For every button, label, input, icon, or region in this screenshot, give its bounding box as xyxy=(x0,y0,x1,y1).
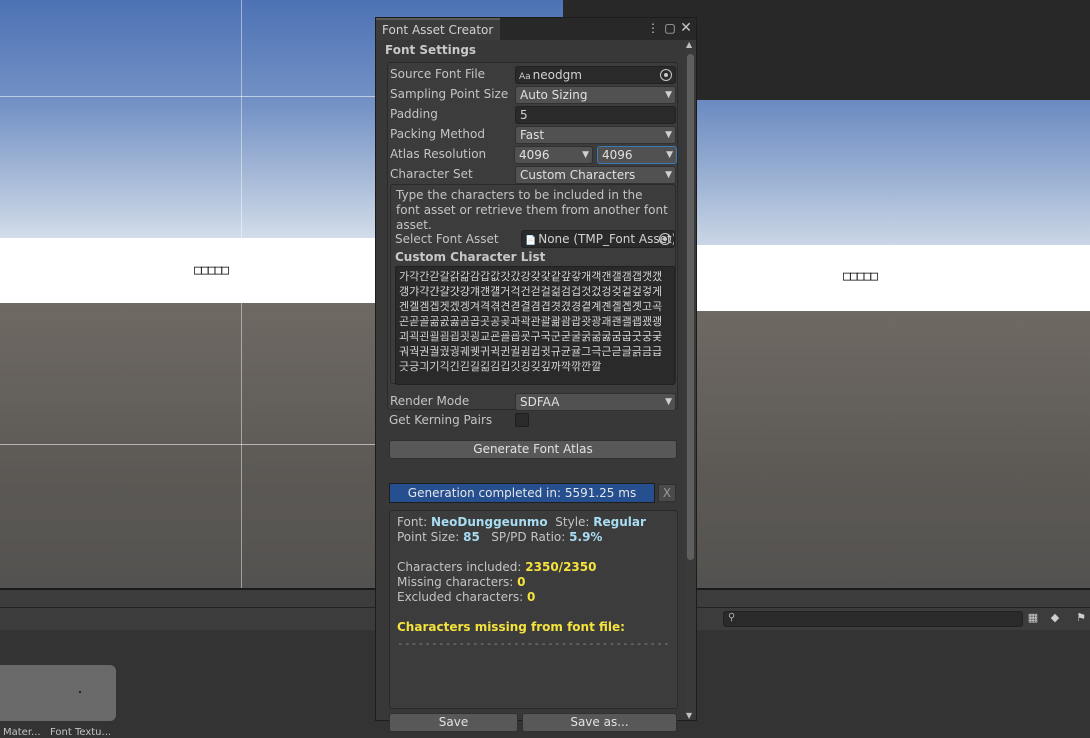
included-value: 2350/2350 xyxy=(525,560,597,574)
font-file-icon: Aa xyxy=(519,72,531,82)
atlas-width-value: 4096 xyxy=(519,148,550,162)
custom-characters-panel: Type the characters to be included in th… xyxy=(390,184,676,385)
render-mode-label: Render Mode xyxy=(390,394,470,408)
window-tab-bar: Font Asset Creator ⋮ ▢ ✕ xyxy=(376,18,696,40)
skybox xyxy=(697,100,1090,245)
atlas-height-value: 4096 xyxy=(602,148,633,162)
asset-preview-dot xyxy=(79,691,81,693)
ground-plane xyxy=(697,311,1090,588)
font-label: Font: xyxy=(397,515,428,529)
style-label: Style: xyxy=(555,515,590,529)
close-icon[interactable]: ✕ xyxy=(678,20,694,36)
tag-icon[interactable]: ⚑ xyxy=(1072,610,1090,626)
sampling-label: Sampling Point Size xyxy=(390,87,509,101)
charset-help-text: Type the characters to be included in th… xyxy=(396,188,668,232)
window-content: Font Settings Source Font File Aa neodgm … xyxy=(376,40,685,732)
chevron-down-icon: ▼ xyxy=(665,397,672,407)
select-font-asset-field[interactable]: 📄 None (TMP_Font Asset) xyxy=(521,230,675,248)
chevron-down-icon: ▼ xyxy=(582,150,589,160)
chevron-down-icon: ▼ xyxy=(665,130,672,140)
generation-progress-bar: Generation completed in: 5591.25 ms xyxy=(389,483,655,503)
missing-from-font-title: Characters missing from font file: xyxy=(397,620,625,634)
charset-value: Custom Characters xyxy=(520,168,636,182)
missing-characters-line: Missing characters: 0 xyxy=(397,575,526,589)
progress-text: Generation completed in: 5591.25 ms xyxy=(407,486,637,500)
missing-label: Missing characters: xyxy=(397,575,514,589)
sampling-value: Auto Sizing xyxy=(520,88,588,102)
chevron-down-icon: ▼ xyxy=(665,90,672,100)
source-font-value: neodgm xyxy=(532,68,582,82)
search-by-type-icon[interactable]: ▦ xyxy=(1024,610,1042,626)
scroll-up-icon[interactable]: ▲ xyxy=(686,40,692,49)
scroll-down-icon[interactable]: ▼ xyxy=(686,711,692,720)
maximize-icon[interactable]: ▢ xyxy=(662,20,678,36)
asset-thumbnail-material[interactable] xyxy=(0,665,116,721)
packing-label: Packing Method xyxy=(390,127,485,141)
text-plane xyxy=(697,245,1090,311)
sampling-dropdown[interactable]: Auto Sizing ▼ xyxy=(515,86,676,104)
missing-glyph-text: □□□□□ xyxy=(194,263,229,278)
point-size-value: 85 xyxy=(463,530,480,544)
excluded-value: 0 xyxy=(527,590,536,604)
object-picker-icon[interactable] xyxy=(660,69,672,81)
select-font-asset-label: Select Font Asset xyxy=(395,232,499,246)
excluded-characters-line: Excluded characters: 0 xyxy=(397,590,535,604)
section-title: Font Settings xyxy=(385,43,477,57)
render-mode-value: SDFAA xyxy=(520,395,560,409)
save-as-button[interactable]: Save as... xyxy=(522,713,677,732)
chevron-down-icon: ▼ xyxy=(665,170,672,180)
atlas-height-dropdown[interactable]: 4096 ▼ xyxy=(597,146,677,164)
excluded-label: Excluded characters: xyxy=(397,590,524,604)
packing-value: Fast xyxy=(520,128,545,142)
font-name-value: NeoDunggeunmo xyxy=(431,515,548,529)
charset-dropdown[interactable]: Custom Characters ▼ xyxy=(515,166,676,184)
results-divider: ---------------------------------------- xyxy=(397,637,670,650)
tab-font-asset-creator[interactable]: Font Asset Creator xyxy=(376,18,500,40)
asset-label[interactable]: Mater... xyxy=(3,727,41,738)
charset-label: Character Set xyxy=(390,167,473,181)
point-size-line: Point Size: 85 SP/PD Ratio: 5.9% xyxy=(397,530,602,544)
grid-line xyxy=(241,0,242,588)
padding-input[interactable]: 5 xyxy=(515,106,676,124)
select-font-asset-value: None (TMP_Font Asset) xyxy=(538,232,675,246)
packing-dropdown[interactable]: Fast ▼ xyxy=(515,126,676,144)
generate-font-atlas-button[interactable]: Generate Font Atlas xyxy=(389,440,677,459)
object-picker-icon[interactable] xyxy=(659,233,671,245)
chevron-down-icon: ▼ xyxy=(666,150,673,160)
missing-glyph-text: □□□□□ xyxy=(843,269,878,284)
kerning-checkbox[interactable] xyxy=(515,413,529,427)
source-font-field[interactable]: Aa neodgm xyxy=(515,66,676,84)
asset-label[interactable]: Font Textu... xyxy=(50,727,111,738)
source-font-label: Source Font File xyxy=(390,67,486,81)
game-view-right[interactable]: □□□□□ xyxy=(697,100,1090,588)
custom-character-textarea[interactable]: 가각간갇갈갉갊감갑값갓갔강갖갗같갚갛개객갠갤갬갭갯갰갱갸갹갼걀걋걍걔걘걜거걱건걷… xyxy=(395,266,675,385)
style-value: Regular xyxy=(593,515,646,529)
vertical-scrollbar[interactable]: ▲ ▼ xyxy=(685,40,696,720)
kebab-menu-icon[interactable]: ⋮ xyxy=(645,20,661,36)
file-icon: 📄 xyxy=(525,236,537,246)
custom-list-title: Custom Character List xyxy=(395,250,546,264)
clear-progress-button[interactable]: X xyxy=(658,484,676,502)
save-button[interactable]: Save xyxy=(389,713,518,732)
font-info-line: Font: NeoDunggeunmo Style: Regular xyxy=(397,515,646,529)
atlas-resolution-label: Atlas Resolution xyxy=(390,147,487,161)
font-asset-creator-window: Font Asset Creator ⋮ ▢ ✕ Font Settings S… xyxy=(375,17,697,732)
point-size-label: Point Size: xyxy=(397,530,460,544)
filter-by-label-icon[interactable]: ◆ xyxy=(1046,610,1064,626)
font-settings-panel: Source Font File Aa neodgm Sampling Point… xyxy=(387,62,678,411)
generation-results-panel: Font: NeoDunggeunmo Style: Regular Point… xyxy=(389,510,678,709)
characters-included-line: Characters included: 2350/2350 xyxy=(397,560,596,574)
ratio-value: 5.9% xyxy=(569,530,603,544)
ratio-label: SP/PD Ratio: xyxy=(491,530,566,544)
project-search-input[interactable]: ⚲ xyxy=(723,611,1023,627)
search-icon: ⚲ xyxy=(728,612,736,623)
padding-label: Padding xyxy=(390,107,438,121)
scrollbar-thumb[interactable] xyxy=(687,54,694,560)
missing-value: 0 xyxy=(517,575,526,589)
included-label: Characters included: xyxy=(397,560,522,574)
render-mode-dropdown[interactable]: SDFAA ▼ xyxy=(515,393,676,411)
atlas-width-dropdown[interactable]: 4096 ▼ xyxy=(514,146,593,164)
kerning-label: Get Kerning Pairs xyxy=(389,413,493,427)
